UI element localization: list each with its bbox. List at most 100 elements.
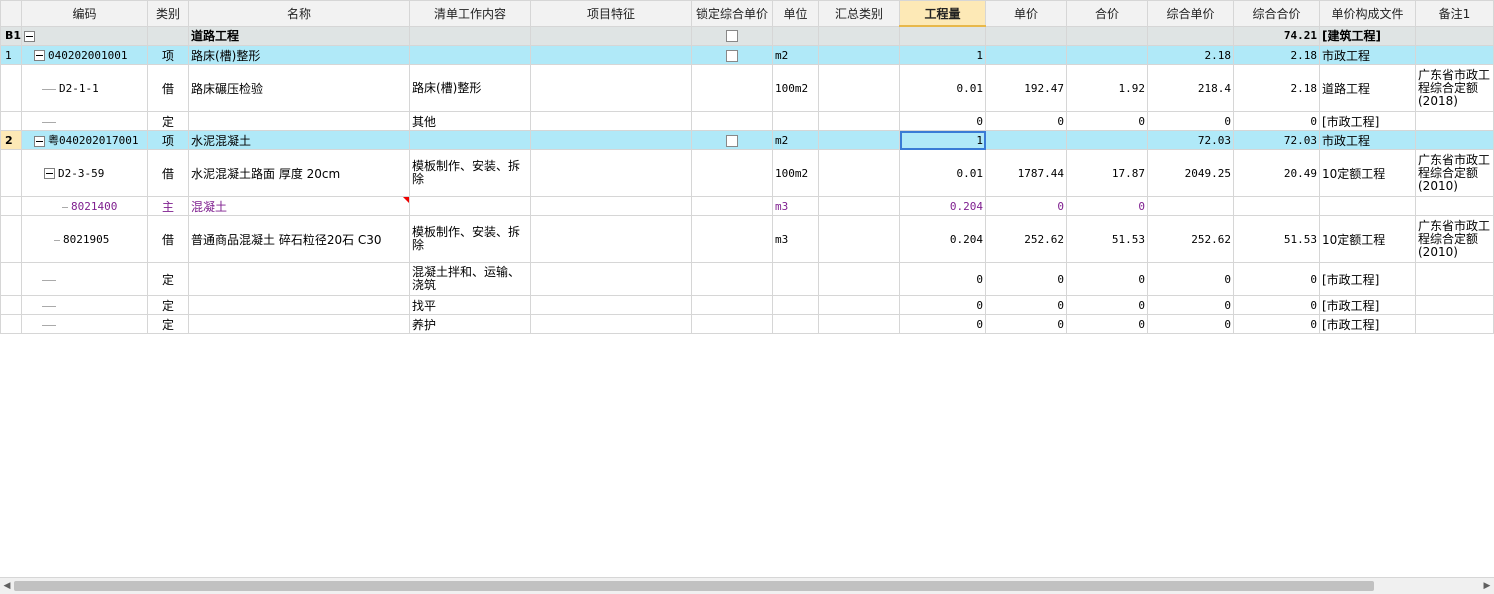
summary-cell[interactable]	[818, 45, 900, 65]
arrow-left-icon[interactable]: ◀	[0, 578, 14, 594]
qty-cell[interactable]: 0	[899, 295, 986, 315]
feature-cell[interactable]	[530, 295, 692, 315]
type-cell[interactable]: 主	[147, 196, 189, 216]
table-row-quota[interactable]: 8021905 借 普通商品混凝土 碎石粒径20石 C30 模板制作、安装、拆除…	[0, 215, 1494, 263]
col-header-unit[interactable]: 单位	[772, 0, 819, 27]
qty-cell[interactable]: 0.204	[899, 196, 986, 216]
summary-cell[interactable]	[818, 262, 900, 296]
summary-cell[interactable]	[818, 314, 900, 334]
row-number[interactable]	[0, 314, 22, 334]
ctotal-cell[interactable]: 0	[1233, 262, 1320, 296]
price-cell[interactable]: 1787.44	[985, 149, 1067, 197]
ctotal-cell[interactable]: 20.49	[1233, 149, 1320, 197]
qty-cell[interactable]	[899, 25, 986, 46]
total-cell[interactable]	[1066, 25, 1148, 46]
col-header-work[interactable]: 清单工作内容	[409, 0, 531, 27]
row-number[interactable]	[0, 215, 22, 263]
lock-cell[interactable]	[691, 25, 773, 46]
row-number[interactable]	[0, 149, 22, 197]
row-number[interactable]	[0, 196, 22, 216]
lock-checkbox-icon[interactable]	[726, 134, 738, 147]
lock-checkbox-icon[interactable]	[726, 30, 738, 43]
unit-cell[interactable]: m3	[772, 215, 819, 263]
ctotal-cell[interactable]: 51.53	[1233, 215, 1320, 263]
collapse-minus-icon[interactable]	[34, 50, 45, 61]
table-row-quota[interactable]: D2-3-59 借 水泥混凝土路面 厚度 20cm 模板制作、安装、拆除 100…	[0, 149, 1494, 197]
table-row-quota[interactable]: 定 混凝土拌和、运输、浇筑 0 0 0 0 0 [市政工程]	[0, 262, 1494, 296]
note-cell[interactable]	[1415, 196, 1494, 216]
summary-cell[interactable]	[818, 196, 900, 216]
table-row-quota[interactable]: 定 其他 0 0 0 0 0 [市政工程]	[0, 111, 1494, 131]
code-cell[interactable]	[21, 314, 148, 334]
unit-cell[interactable]: m3	[772, 196, 819, 216]
work-cell[interactable]: 模板制作、安装、拆除	[409, 215, 531, 263]
cprice-cell[interactable]: 2049.25	[1147, 149, 1234, 197]
col-header-code[interactable]: 编码	[21, 0, 148, 27]
code-cell[interactable]	[21, 262, 148, 296]
name-cell[interactable]: 普通商品混凝土 碎石粒径20石 C30	[188, 215, 410, 263]
type-cell[interactable]: 项	[147, 130, 189, 150]
col-header-ctotal[interactable]: 综合合价	[1233, 0, 1320, 27]
cprice-cell[interactable]: 0	[1147, 111, 1234, 131]
lock-checkbox-icon[interactable]	[726, 49, 738, 62]
note-cell[interactable]: 广东省市政工程综合定额(2010)	[1415, 149, 1494, 197]
name-cell[interactable]: 混凝土	[188, 196, 410, 216]
price-cell[interactable]: 0	[985, 262, 1067, 296]
feature-cell[interactable]	[530, 314, 692, 334]
table-row-quota[interactable]: 定 养护 0 0 0 0 0 [市政工程]	[0, 314, 1494, 334]
work-cell[interactable]	[409, 25, 531, 46]
qty-cell[interactable]: 0	[899, 262, 986, 296]
arrow-right-icon[interactable]: ▶	[1480, 578, 1494, 594]
feature-cell[interactable]	[530, 262, 692, 296]
scrollbar-thumb[interactable]	[14, 581, 1374, 591]
ctotal-cell[interactable]: 0	[1233, 314, 1320, 334]
lock-cell[interactable]	[691, 45, 773, 65]
price-cell[interactable]: 0	[985, 196, 1067, 216]
file-cell[interactable]: 市政工程	[1319, 45, 1416, 65]
note-cell[interactable]	[1415, 314, 1494, 334]
total-cell[interactable]: 1.92	[1066, 64, 1148, 112]
table-row-quota[interactable]: D2-1-1 借 路床碾压检验 路床(槽)整形 100m2 0.01 192.4…	[0, 64, 1494, 112]
code-cell[interactable]: 8021905	[21, 215, 148, 263]
col-header-type[interactable]: 类别	[147, 0, 189, 27]
cprice-cell[interactable]: 0	[1147, 262, 1234, 296]
price-cell[interactable]: 0	[985, 295, 1067, 315]
note-cell[interactable]	[1415, 130, 1494, 150]
ctotal-cell[interactable]: 0	[1233, 111, 1320, 131]
col-header-rownum[interactable]	[0, 0, 22, 27]
type-cell[interactable]	[147, 25, 189, 46]
collapse-minus-icon[interactable]	[34, 135, 45, 147]
total-cell[interactable]	[1066, 45, 1148, 65]
qty-cell-selected[interactable]: 1	[899, 130, 986, 150]
total-cell[interactable]: 51.53	[1066, 215, 1148, 263]
file-cell[interactable]: [建筑工程]	[1319, 25, 1416, 46]
code-cell[interactable]	[21, 295, 148, 315]
feature-cell[interactable]	[530, 196, 692, 216]
work-cell[interactable]	[409, 45, 531, 65]
work-cell[interactable]: 模板制作、安装、拆除	[409, 149, 531, 197]
unit-cell[interactable]: 100m2	[772, 64, 819, 112]
summary-cell[interactable]	[818, 149, 900, 197]
name-cell[interactable]	[188, 314, 410, 334]
summary-cell[interactable]	[818, 295, 900, 315]
unit-cell[interactable]	[772, 25, 819, 46]
code-cell[interactable]: D2-1-1	[21, 64, 148, 112]
table-row-material[interactable]: 8021400 主 混凝土 m3 0.204 0 0	[0, 196, 1494, 216]
type-cell[interactable]: 借	[147, 149, 189, 197]
feature-cell[interactable]	[530, 64, 692, 112]
ctotal-cell[interactable]	[1233, 196, 1320, 216]
feature-cell[interactable]	[530, 215, 692, 263]
total-cell[interactable]: 0	[1066, 111, 1148, 131]
col-header-feature[interactable]: 项目特征	[530, 0, 692, 27]
cprice-cell[interactable]: 72.03	[1147, 130, 1234, 150]
type-cell[interactable]: 定	[147, 262, 189, 296]
row-number[interactable]	[0, 295, 22, 315]
summary-cell[interactable]	[818, 215, 900, 263]
type-cell[interactable]: 借	[147, 64, 189, 112]
note-cell[interactable]	[1415, 25, 1494, 46]
work-cell[interactable]	[409, 196, 531, 216]
total-cell[interactable]	[1066, 130, 1148, 150]
col-header-qty[interactable]: 工程量	[899, 0, 986, 27]
price-cell[interactable]: 0	[985, 111, 1067, 131]
total-cell[interactable]: 17.87	[1066, 149, 1148, 197]
